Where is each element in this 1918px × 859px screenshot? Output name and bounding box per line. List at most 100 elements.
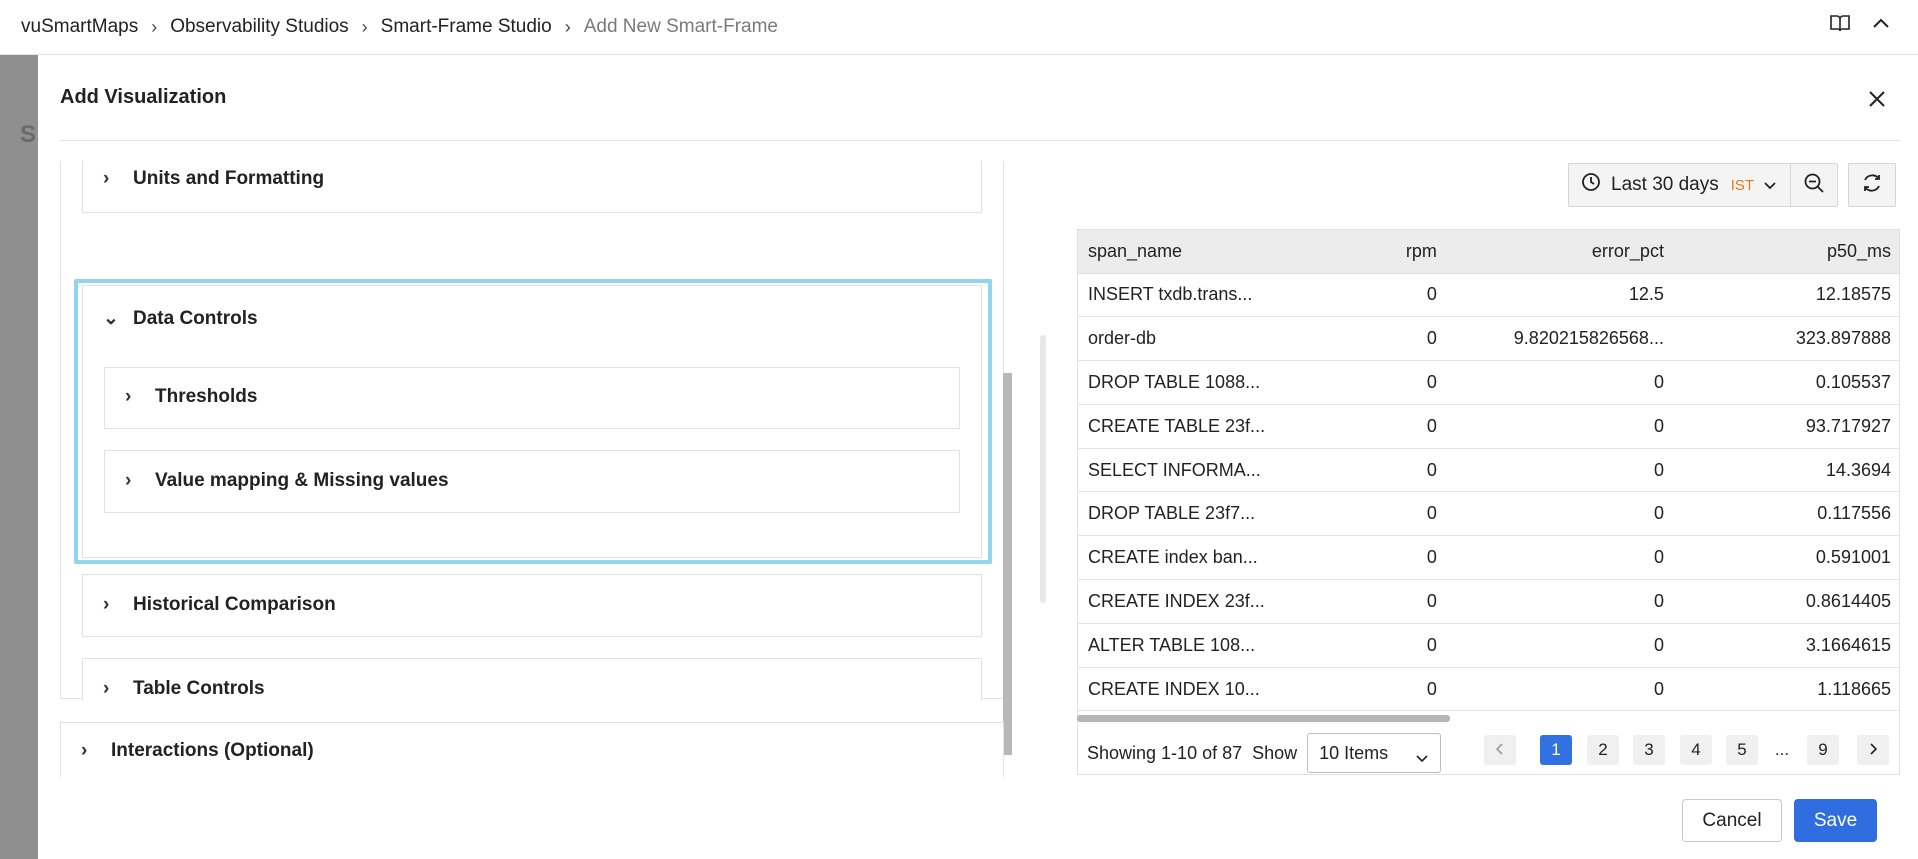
table-cell: 0 [1446, 535, 1674, 581]
cancel-button[interactable]: Cancel [1682, 799, 1782, 842]
time-picker[interactable]: Last 30 days IST [1568, 163, 1839, 207]
table-cell: order-db [1078, 316, 1379, 362]
table-cell: CREATE index ban... [1078, 535, 1379, 581]
breadcrumb-smart-frame-studio[interactable]: Smart-Frame Studio [381, 16, 552, 38]
chevron-right-icon: › [81, 740, 88, 761]
close-icon[interactable] [1866, 88, 1888, 110]
zoom-out-button[interactable] [1791, 164, 1837, 206]
section-label: Table Controls [133, 678, 265, 699]
table-cell: 9.820215826568... [1446, 316, 1674, 362]
config-panel[interactable]: › Units and Formatting ⌄ Data Controls ›… [60, 161, 1004, 701]
table-cell: 0 [1378, 667, 1447, 712]
save-button[interactable]: Save [1794, 799, 1877, 842]
table-row: CREATE TABLE 23f... 0 0 93.717927 [1078, 404, 1899, 449]
table-cell: 0 [1378, 273, 1447, 318]
section-historical-comparison[interactable]: › Historical Comparison [82, 574, 982, 637]
preview-scrollbar[interactable] [1040, 335, 1046, 603]
top-breadcrumb-bar: vuSmartMaps › Observability Studios › Sm… [0, 0, 1918, 55]
pagination-ellipsis: ... [1774, 740, 1790, 759]
table-row: CREATE INDEX 23f... 0 0 0.8614405 [1078, 579, 1899, 624]
modal-header: Add Visualization [38, 55, 1918, 141]
header-divider [60, 140, 1900, 141]
section-label: Historical Comparison [133, 594, 336, 615]
table-cell: 0 [1378, 491, 1447, 537]
page-button-4[interactable]: 4 [1680, 735, 1712, 765]
column-header-p50-ms[interactable]: p50_ms [1673, 230, 1899, 274]
table-cell: 93.717927 [1673, 404, 1899, 449]
section-label: Units and Formatting [133, 168, 325, 189]
table-cell: DROP TABLE 1088... [1078, 360, 1379, 405]
breadcrumb-observability-studios[interactable]: Observability Studios [170, 16, 348, 38]
prev-page-button[interactable] [1484, 735, 1516, 765]
chevron-right-icon: › [103, 678, 110, 699]
table-row: CREATE index ban... 0 0 0.591001 [1078, 535, 1899, 581]
table-row: INSERT txdb.trans... 0 12.5 12.18575 [1078, 273, 1899, 318]
page-button-3[interactable]: 3 [1633, 735, 1665, 765]
column-header-rpm[interactable]: rpm [1378, 230, 1447, 274]
section-label: Interactions (Optional) [111, 740, 314, 761]
timezone-badge: IST [1730, 176, 1755, 194]
table-cell: DROP TABLE 23f7... [1078, 491, 1379, 537]
table-horizontal-scrollbar[interactable] [1077, 715, 1450, 722]
table-cell: 0 [1446, 667, 1674, 712]
column-header-span-name[interactable]: span_name [1078, 230, 1379, 274]
breadcrumb-vusmartmaps[interactable]: vuSmartMaps [21, 16, 138, 38]
config-scrollbar[interactable] [1003, 373, 1012, 755]
table-cell: 0.105537 [1673, 360, 1899, 405]
section-table-controls[interactable]: › Table Controls [82, 658, 982, 701]
time-controls: Last 30 days IST [1568, 163, 1897, 207]
column-header-error-pct[interactable]: error_pct [1446, 230, 1674, 274]
table-cell: 0 [1378, 360, 1447, 405]
table-cell: ALTER TABLE 108... [1078, 623, 1379, 668]
chevron-down-icon [1416, 747, 1428, 768]
table-cell: 0 [1446, 491, 1674, 537]
modal-title: Add Visualization [60, 86, 227, 108]
items-per-page-value: 10 Items [1319, 742, 1389, 763]
refresh-icon [1861, 172, 1883, 199]
table-cell: 12.18575 [1673, 273, 1899, 318]
items-per-page-select[interactable]: 10 Items [1307, 733, 1442, 773]
next-page-button[interactable] [1857, 735, 1889, 765]
table-cell: 0.8614405 [1673, 579, 1899, 624]
breadcrumb-current: Add New Smart-Frame [583, 16, 778, 37]
breadcrumb-separator-icon: › [151, 16, 158, 37]
data-table: span_name rpm error_pct p50_ms INSERT tx… [1078, 230, 1899, 712]
table-cell: 0 [1446, 623, 1674, 668]
section-units-and-formatting[interactable]: › Units and Formatting [82, 161, 982, 213]
table-row: DROP TABLE 1088... 0 0 0.105537 [1078, 360, 1899, 405]
page-button-9[interactable]: 9 [1807, 735, 1839, 765]
page-button-5[interactable]: 5 [1726, 735, 1758, 765]
table-cell: 0 [1446, 404, 1674, 449]
section-interactions[interactable]: › Interactions (Optional) [60, 722, 1004, 777]
chevron-right-icon [1869, 740, 1878, 760]
table-cell: 3.1664615 [1673, 623, 1899, 668]
chevron-right-icon: › [103, 168, 110, 189]
page-button-1[interactable]: 1 [1540, 735, 1572, 765]
table-cell: 0 [1378, 535, 1447, 581]
chevron-up-icon[interactable] [1872, 17, 1890, 29]
add-visualization-modal: Add Visualization › Units and Formatting… [38, 55, 1918, 859]
table-cell: 0 [1378, 579, 1447, 624]
refresh-button[interactable] [1848, 163, 1897, 207]
table-row: ALTER TABLE 108... 0 0 3.1664615 [1078, 623, 1899, 668]
breadcrumb-separator-icon: › [361, 16, 368, 37]
chevron-left-icon [1495, 740, 1504, 760]
pagination-bar: Showing 1-10 of 87 Show 10 Items 1 2 3 4… [1077, 731, 1900, 775]
table-cell: 1.118665 [1673, 667, 1899, 712]
breadcrumb-separator-icon: › [564, 16, 571, 37]
table-row: DROP TABLE 23f7... 0 0 0.117556 [1078, 491, 1899, 537]
table-cell: 0 [1378, 316, 1447, 362]
clock-icon [1581, 172, 1601, 198]
show-label: Show [1252, 742, 1298, 763]
chevron-right-icon: › [103, 594, 110, 615]
table-cell: CREATE INDEX 23f... [1078, 579, 1379, 624]
table-row: order-db 0 9.820215826568... 323.897888 [1078, 316, 1899, 362]
zoom-out-icon [1803, 172, 1825, 199]
time-range-label: Last 30 days [1611, 174, 1719, 195]
book-icon[interactable] [1830, 14, 1850, 32]
table-cell: 0.591001 [1673, 535, 1899, 581]
page-button-2[interactable]: 2 [1587, 735, 1619, 765]
table-row: CREATE INDEX 10... 0 0 1.118665 [1078, 667, 1899, 712]
chevron-down-icon [1764, 174, 1776, 196]
pagination-summary: Showing 1-10 of 87 [1087, 742, 1243, 763]
